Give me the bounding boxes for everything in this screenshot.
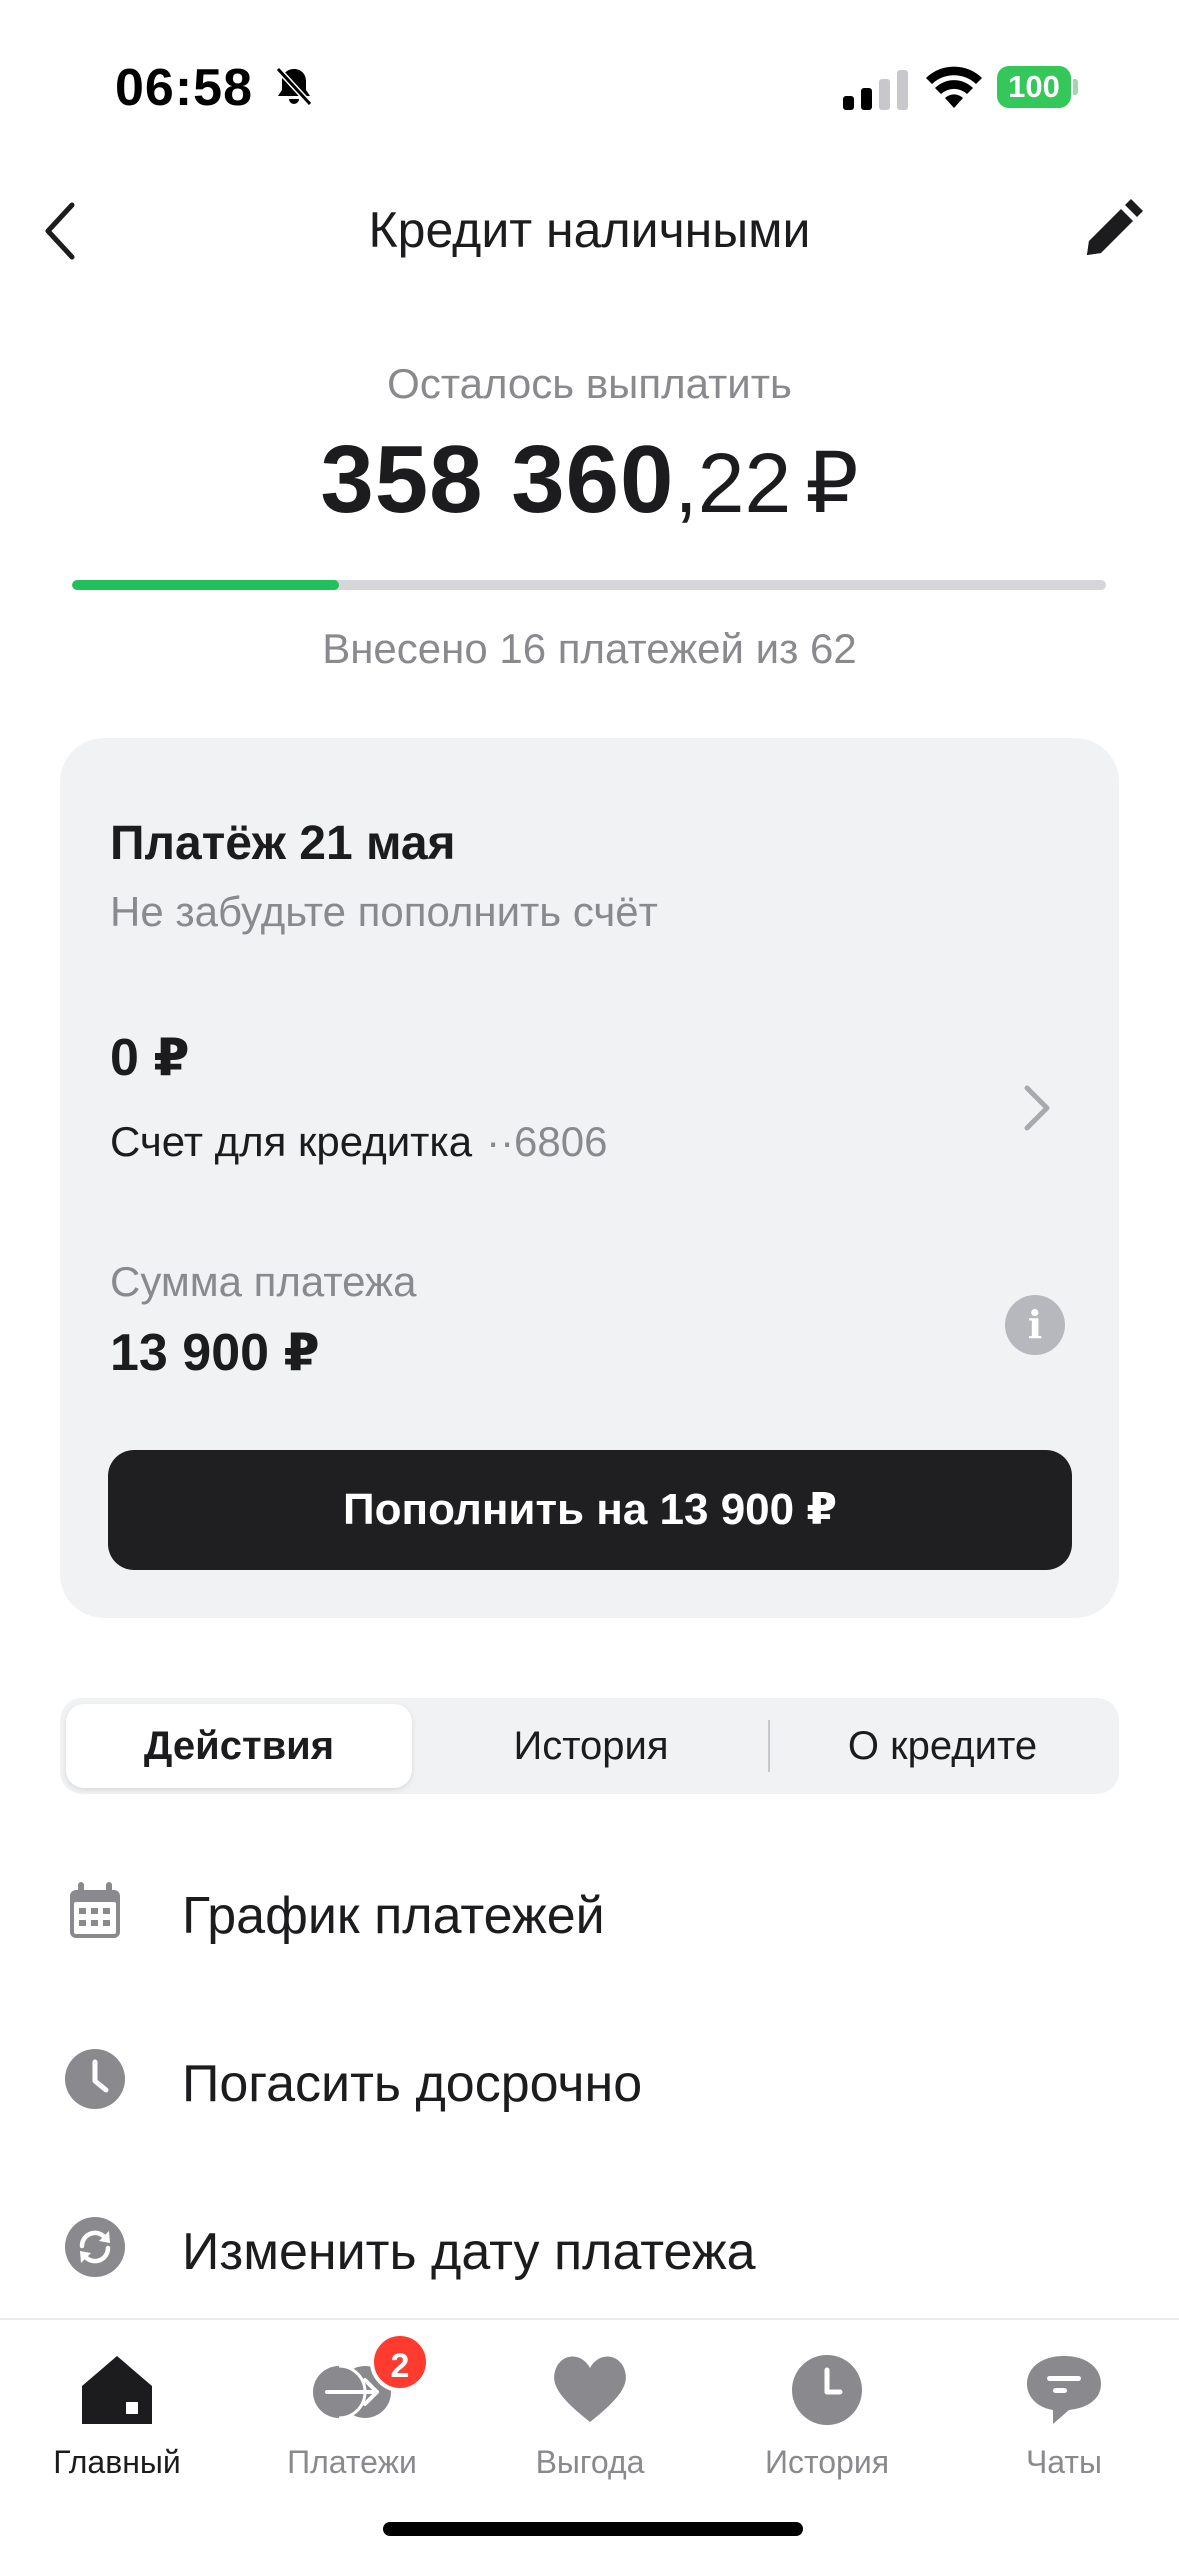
home-indicator (383, 2522, 803, 2536)
tabbar-item-payments[interactable]: 2 Платежи (252, 2332, 452, 2490)
tabbar-label: История (764, 2444, 890, 2480)
action-label: Погасить досрочно (182, 2055, 643, 2113)
chevron-right-icon (1024, 1085, 1050, 1131)
tabbar-item-chats[interactable]: Чаты (964, 2340, 1164, 2490)
action-label: График платежей (182, 1887, 605, 1945)
tab-actions[interactable]: Действия (66, 1704, 412, 1788)
heart-icon (554, 2356, 626, 2422)
payment-card-subtitle: Не забудьте пополнить счёт (110, 888, 658, 935)
battery-icon: 100 (997, 66, 1078, 108)
header: Кредит наличными (0, 175, 1179, 285)
bell-off-icon (275, 66, 313, 107)
remaining-amount-fraction: ,22 (674, 436, 792, 530)
action-change-payment-date[interactable]: Изменить дату платежа (0, 2172, 1179, 2322)
payment-amount-value: 13 900 ₽ (110, 1324, 320, 1382)
account-balance: 0 ₽ (110, 1029, 190, 1087)
segmented-control: Действия История О кредите (60, 1698, 1119, 1794)
tabbar-item-history[interactable]: История (727, 2340, 927, 2490)
tab-about-credit[interactable]: О кредите (772, 1704, 1113, 1788)
account-name-label: Счет для кредитка (110, 1118, 473, 1165)
credit-account-row[interactable]: 0 ₽ Счет для кредитка ··6806 (60, 998, 1119, 1198)
tabbar-label: Чаты (1025, 2444, 1103, 2480)
currency-symbol: ₽ (805, 436, 859, 530)
tabbar-label: Выгода (535, 2444, 645, 2480)
payments-badge: 2 (370, 2332, 430, 2392)
chat-icon (1027, 2356, 1101, 2424)
remaining-label: Осталось выплатить (387, 360, 792, 407)
battery-tip (1073, 79, 1078, 95)
page-title: Кредит наличными (368, 202, 811, 258)
payment-amount-label: Сумма платежа (110, 1258, 417, 1305)
tab-history[interactable]: История (418, 1704, 764, 1788)
status-time: 06:58 (115, 59, 253, 117)
wifi-icon (926, 66, 982, 108)
tabbar-label: Платежи (287, 2444, 417, 2480)
payment-progress-bar (72, 580, 1106, 590)
battery-level: 100 (997, 66, 1071, 108)
action-payment-schedule[interactable]: График платежей (0, 1836, 1179, 1986)
action-early-repayment[interactable]: Погасить досрочно (0, 2004, 1179, 2154)
status-bar: 06:58 100 (0, 0, 1179, 175)
tabbar-item-home[interactable]: Главный (17, 2340, 217, 2490)
refresh-icon (65, 2217, 125, 2277)
topup-button[interactable]: Пополнить на 13 900 ₽ (108, 1450, 1072, 1570)
pencil-icon (1087, 199, 1143, 255)
tabbar-label: Главный (53, 2444, 181, 2480)
calendar-icon (70, 1882, 120, 1938)
account-mask: ··6806 (486, 1118, 608, 1165)
clock-icon (792, 2355, 862, 2425)
account-name: Счет для кредитка ··6806 (110, 1118, 607, 1166)
tabbar-item-benefits[interactable]: Выгода (490, 2340, 690, 2490)
payment-card: Платёж 21 мая Не забудьте пополнить счёт… (60, 738, 1119, 1618)
info-icon[interactable]: i (1005, 1295, 1065, 1355)
cellular-signal-icon (843, 70, 908, 110)
edit-button[interactable] (1073, 193, 1149, 269)
home-icon (82, 2356, 152, 2424)
action-label: Изменить дату платежа (182, 2223, 756, 2281)
bottom-tab-bar: Главный 2 Платежи Выгода История Чаты (0, 2318, 1179, 2556)
clock-icon (65, 2049, 125, 2109)
remaining-amount: 358 360,22 ₽ (0, 425, 1179, 535)
payment-progress-fill (72, 580, 339, 590)
paid-count-text: Внесено 16 платежей из 62 (322, 625, 857, 672)
segment-divider (768, 1720, 770, 1772)
remaining-amount-integer: 358 360 (320, 426, 675, 533)
payment-card-title: Платёж 21 мая (110, 817, 456, 870)
